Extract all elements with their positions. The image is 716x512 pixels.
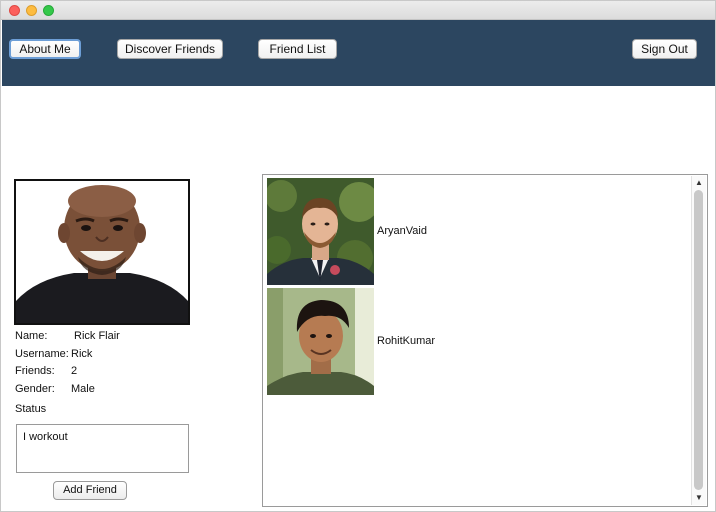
username-value: Rick — [71, 348, 93, 360]
friend-avatar — [267, 288, 374, 395]
friends-count-value: 2 — [71, 365, 78, 377]
app-window: About Me Discover Friends Friend List Si… — [0, 0, 716, 512]
scrollbar-thumb[interactable] — [694, 190, 703, 490]
gender-value: Male — [71, 383, 95, 395]
name-label: Name: — [15, 330, 48, 342]
friend-list-panel: AryanVaid RohitKumar ▲ ▼ — [262, 174, 708, 507]
friend-list-item[interactable]: RohitKumar — [267, 288, 647, 395]
sign-out-button[interactable]: Sign Out — [632, 39, 697, 59]
zoom-window-button[interactable] — [43, 5, 54, 16]
about-me-button[interactable]: About Me — [9, 39, 81, 59]
name-value: Rick Flair — [74, 330, 120, 342]
friend-list-item[interactable]: AryanVaid — [267, 178, 647, 285]
friend-name: RohitKumar — [377, 335, 436, 347]
status-label: Status — [15, 403, 47, 415]
gender-label: Gender: — [15, 383, 55, 395]
username-label: Username: — [15, 348, 69, 360]
vertical-scrollbar[interactable]: ▲ ▼ — [691, 176, 706, 505]
navigation-bar: About Me Discover Friends Friend List Si… — [2, 20, 715, 86]
status-textarea[interactable]: I workout — [16, 424, 189, 473]
add-friend-button[interactable]: Add Friend — [53, 481, 127, 500]
close-window-button[interactable] — [9, 5, 20, 16]
friend-list-button[interactable]: Friend List — [258, 39, 337, 59]
scroll-down-arrow-icon[interactable]: ▼ — [695, 494, 703, 502]
scroll-up-arrow-icon[interactable]: ▲ — [695, 179, 703, 187]
friend-name: AryanVaid — [377, 225, 427, 237]
minimize-window-button[interactable] — [26, 5, 37, 16]
friends-label: Friends: — [15, 365, 55, 377]
title-bar — [1, 1, 715, 20]
friend-avatar — [267, 178, 374, 285]
profile-photo — [14, 179, 190, 325]
discover-friends-button[interactable]: Discover Friends — [117, 39, 223, 59]
